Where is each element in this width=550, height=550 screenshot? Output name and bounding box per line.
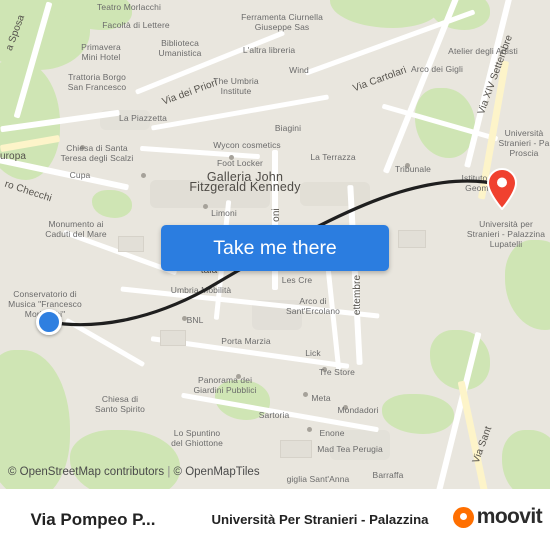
map-label: Atelier degli Artisti bbox=[448, 46, 518, 56]
map-label: Teatro Morlacchi bbox=[97, 2, 161, 12]
openmaptiles-attribution-link[interactable]: © OpenMapTiles bbox=[174, 466, 260, 478]
map-label: Wind bbox=[289, 65, 309, 75]
park-area bbox=[330, 0, 440, 28]
map-label: Mad Tea Perugia bbox=[317, 444, 383, 454]
map-label: Facoltà di Lettere bbox=[102, 20, 170, 30]
map-label: Limoni bbox=[211, 208, 237, 218]
moovit-wordmark: moovit bbox=[476, 505, 543, 528]
map-label: Trattoria Borgo San Francesco bbox=[67, 72, 127, 92]
moovit-pin-icon bbox=[452, 506, 474, 528]
park-area bbox=[502, 430, 550, 489]
map-label: Ferramenta Ciurnella Giuseppe Sas bbox=[241, 12, 323, 32]
take-me-there-label: Take me there bbox=[213, 236, 337, 259]
attribution-separator: | bbox=[167, 466, 171, 478]
map-label: Chiesa di Santo Spirito bbox=[95, 394, 145, 414]
map-label: Umbria Mobilità bbox=[170, 285, 232, 295]
take-me-there-button[interactable]: Take me there bbox=[161, 225, 389, 271]
origin-name-label[interactable]: Via Pompeo P... bbox=[0, 489, 186, 550]
map-label: Cupa bbox=[69, 170, 91, 180]
map-label: Galleria John Fitzgerald Kennedy bbox=[189, 170, 301, 194]
park-area bbox=[92, 190, 132, 218]
map-label: Wycon cosmetics bbox=[213, 140, 281, 150]
poi-dot bbox=[141, 173, 146, 178]
moovit-logo[interactable]: moovit bbox=[452, 505, 543, 529]
map-label: Monumento ai Caduti del Mare bbox=[45, 219, 107, 239]
map-label: Les Cre bbox=[281, 275, 313, 285]
map-label: Sartoria bbox=[258, 410, 290, 420]
map-label: Biagini bbox=[274, 123, 302, 133]
map-screen: Teatro Morlacchi Ferramenta Ciurnella Giu… bbox=[0, 0, 550, 550]
map-label: giglia Sant'Anna bbox=[286, 474, 350, 484]
map-label: Porta Marzia bbox=[221, 336, 271, 346]
building bbox=[398, 230, 426, 248]
map-label: Primavera Mini Hotel bbox=[81, 42, 121, 62]
map-label: Lick bbox=[305, 348, 321, 358]
map-label: Enone bbox=[319, 428, 345, 438]
map-label: Università per Stranieri - Palazzina Lup… bbox=[466, 219, 546, 249]
road-label: uropa bbox=[0, 151, 27, 162]
map-label: Lo Spuntino del Ghiottone bbox=[171, 428, 223, 448]
map-label: L'altra libreria bbox=[242, 45, 296, 55]
attribution: © OpenStreetMap contributors | © OpenMap… bbox=[8, 466, 260, 478]
road bbox=[64, 317, 146, 368]
map-label: Meta bbox=[311, 393, 331, 403]
park-area bbox=[505, 240, 550, 330]
building-block bbox=[300, 182, 370, 206]
map-label: Istituto per Geometr bbox=[461, 173, 503, 193]
osm-attribution-link[interactable]: © OpenStreetMap contributors bbox=[8, 466, 164, 478]
map-label: Università Stranieri - Pa Proscia bbox=[498, 128, 550, 158]
footer-bar: Via Pompeo P... Università Per Stranieri… bbox=[0, 489, 550, 550]
map-label: Tre Store bbox=[318, 367, 355, 377]
building bbox=[160, 330, 186, 346]
destination-name-label[interactable]: Università Per Stranieri - Palazzina bbox=[186, 489, 454, 550]
origin-dot[interactable] bbox=[36, 309, 62, 335]
map-label: Panorama dei Giardini Pubblici bbox=[193, 375, 257, 395]
destination-pin[interactable] bbox=[486, 167, 518, 211]
map-label: La Terrazza bbox=[310, 152, 356, 162]
map-canvas[interactable]: Teatro Morlacchi Ferramenta Ciurnella Giu… bbox=[0, 0, 550, 489]
map-label: BNL bbox=[186, 315, 204, 325]
map-label: La Piazzetta bbox=[119, 113, 167, 123]
